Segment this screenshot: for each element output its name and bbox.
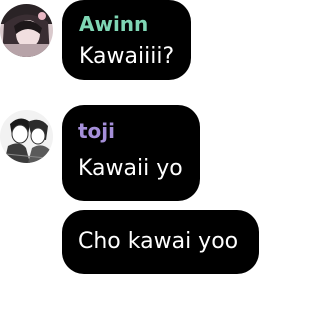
message-text: Kawaiiii? bbox=[79, 44, 175, 69]
chat-thread: Awinn Kawaiiii? toji Kawaii yo Cho kawai… bbox=[0, 0, 261, 320]
message-text: Kawaii yo bbox=[78, 156, 183, 181]
sender-name: toji bbox=[78, 119, 116, 143]
user-avatar-awinn-icon bbox=[0, 4, 53, 57]
avatar-toji[interactable] bbox=[0, 110, 53, 163]
avatar-awinn[interactable] bbox=[0, 4, 53, 57]
message-bubble-awinn[interactable]: Awinn Kawaiiii? bbox=[62, 0, 191, 80]
message-bubble-continuation[interactable]: Cho kawai yoo bbox=[62, 210, 259, 274]
user-avatar-toji-icon bbox=[0, 110, 53, 163]
sender-name: Awinn bbox=[79, 12, 149, 36]
message-bubble-toji[interactable]: toji Kawaii yo bbox=[62, 105, 200, 201]
message-text: Cho kawai yoo bbox=[78, 229, 239, 254]
